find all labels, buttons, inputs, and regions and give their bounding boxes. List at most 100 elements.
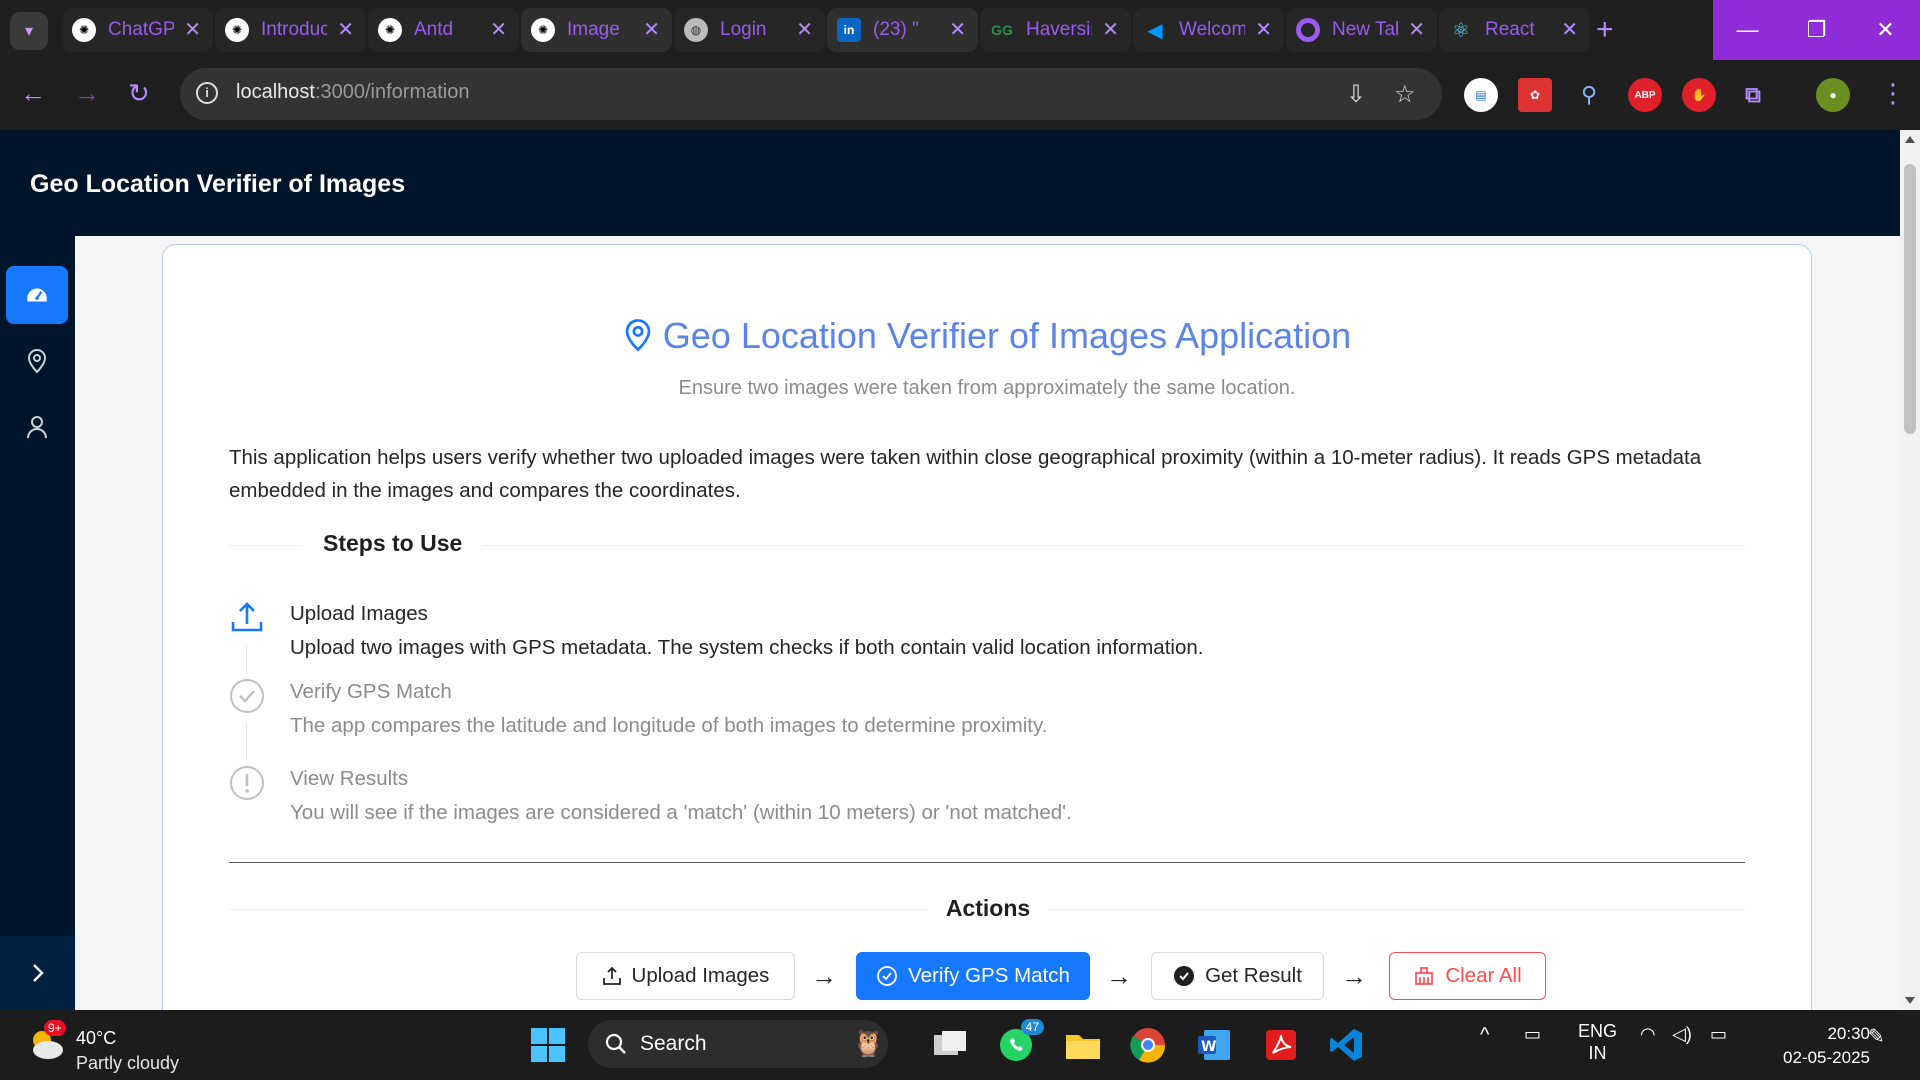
arrow-right-icon: → xyxy=(1106,961,1132,991)
close-tab-icon[interactable]: ✕ xyxy=(796,17,813,42)
battery-icon[interactable]: ▭ xyxy=(1710,1024,1727,1045)
close-tab-icon[interactable]: ✕ xyxy=(337,17,354,42)
scroll-up-icon[interactable] xyxy=(1905,136,1915,143)
scrollbar-thumb[interactable] xyxy=(1904,164,1916,434)
openai-icon: ✺ xyxy=(378,18,402,42)
region-code: IN xyxy=(1588,1043,1607,1063)
adblock-icon[interactable]: ABP xyxy=(1628,78,1662,112)
browser-tab[interactable]: GG Haversine ✕ xyxy=(980,8,1131,52)
search-highlight-icon: 🦉 xyxy=(852,1028,885,1058)
close-tab-icon[interactable]: ✕ xyxy=(1102,17,1119,42)
app-header-title: Geo Location Verifier of Images xyxy=(30,170,406,198)
hand-icon[interactable]: ✋ xyxy=(1682,78,1716,112)
sidebar-item-location[interactable] xyxy=(6,332,68,390)
windows-start-icon[interactable] xyxy=(526,1023,570,1067)
address-bar[interactable]: i localhost:3000/information ⇩ ☆ xyxy=(180,68,1442,120)
taskbar-search[interactable]: Search 🦉 xyxy=(588,1020,888,1068)
close-tab-icon[interactable]: ✕ xyxy=(949,17,966,42)
chrome-icon[interactable] xyxy=(1126,1023,1170,1067)
vscode-icon[interactable] xyxy=(1324,1023,1368,1067)
weather-condition: Partly cloudy xyxy=(76,1053,180,1073)
page-subtitle: Ensure two images were taken from approx… xyxy=(678,377,1296,399)
close-window-icon[interactable]: ✕ xyxy=(1851,0,1920,60)
check-circle-icon xyxy=(877,966,898,986)
page-scrollbar[interactable] xyxy=(1900,130,1920,1010)
bookmark-star-icon[interactable]: ☆ xyxy=(1394,80,1416,109)
extension-icon[interactable]: ✿ xyxy=(1518,78,1552,112)
url-text[interactable]: localhost:3000/information xyxy=(236,81,469,104)
task-view-icon[interactable] xyxy=(928,1023,972,1067)
react-icon: ⚛ xyxy=(1452,19,1470,42)
step-title: Upload Images xyxy=(290,602,428,625)
user-icon xyxy=(27,416,47,439)
clear-icon xyxy=(1415,967,1434,985)
back-icon[interactable]: ← xyxy=(20,78,46,109)
word-icon[interactable]: W xyxy=(1192,1023,1236,1067)
language-indicator[interactable]: ENG IN xyxy=(1578,1020,1617,1064)
svg-text:W: W xyxy=(1201,1039,1216,1055)
close-tab-icon[interactable]: ✕ xyxy=(1561,17,1578,42)
avatar[interactable]: ● xyxy=(1816,78,1850,112)
notifications-icon[interactable]: ✎ xyxy=(1868,1024,1885,1049)
close-tab-icon[interactable]: ✕ xyxy=(643,17,660,42)
wifi-icon[interactable]: ◠ xyxy=(1640,1024,1656,1045)
browser-tab[interactable]: ✺ Introduction ✕ xyxy=(215,8,366,52)
minimize-icon[interactable]: — xyxy=(1713,0,1782,60)
upload-icon xyxy=(231,602,263,632)
upload-images-button[interactable]: Upload Images xyxy=(576,952,795,1000)
acrobat-icon[interactable] xyxy=(1259,1023,1303,1067)
docs-icon[interactable]: ▤ xyxy=(1464,78,1498,112)
step-description: The app compares the latitude and longit… xyxy=(290,714,1048,737)
verify-gps-button[interactable]: Verify GPS Match xyxy=(856,952,1090,1000)
geeksforgeeks-icon: GG xyxy=(991,22,1013,38)
browser-tab[interactable]: ⚛ React ✕ xyxy=(1439,8,1590,52)
openai-icon: ✺ xyxy=(225,18,249,42)
puzzle-icon[interactable]: ⧉ xyxy=(1736,78,1770,112)
browser-tab[interactable]: ◍ Login ✕ xyxy=(674,8,825,52)
page-title: Geo Location Verifier of Images Applicat… xyxy=(163,315,1811,357)
scroll-down-icon[interactable] xyxy=(1905,997,1915,1004)
tab-title: Antd xyxy=(414,19,454,40)
sidebar-collapse-trigger[interactable] xyxy=(0,936,75,1010)
volume-icon[interactable]: ◁) xyxy=(1672,1024,1692,1045)
tab-title: Login xyxy=(720,19,767,40)
browser-tab[interactable]: ◀ Welcome ✕ xyxy=(1133,8,1284,52)
browser-tab[interactable]: New Tab ✕ xyxy=(1286,8,1437,52)
sidebar xyxy=(0,236,75,1010)
forward-icon[interactable]: → xyxy=(74,78,100,109)
browser-tab-active[interactable]: ✺ Image ✕ xyxy=(521,8,672,52)
browser-tab[interactable]: ✺ Antd ✕ xyxy=(368,8,519,52)
tab-search-dropdown-icon[interactable]: ▾ xyxy=(10,12,48,50)
search-icon[interactable]: ⚲ xyxy=(1572,78,1606,112)
globe-icon: ◍ xyxy=(684,18,708,42)
tablet-icon[interactable]: ▭ xyxy=(1524,1024,1541,1045)
weather-temp: 40°C xyxy=(76,1028,117,1048)
site-info-icon[interactable]: i xyxy=(196,82,218,104)
whatsapp-icon[interactable]: 47 xyxy=(994,1019,1044,1067)
sidebar-item-user[interactable] xyxy=(6,398,68,456)
browser-toolbar: ← → ↻ i localhost:3000/information ⇩ ☆ ▤… xyxy=(0,62,1920,130)
close-tab-icon[interactable]: ✕ xyxy=(1255,17,1272,42)
check-circle-icon xyxy=(230,679,264,713)
file-explorer-icon[interactable] xyxy=(1061,1023,1105,1067)
system-clock[interactable]: 20:30 02-05-2025 xyxy=(1760,1022,1870,1070)
install-app-icon[interactable]: ⇩ xyxy=(1346,80,1366,109)
close-tab-icon[interactable]: ✕ xyxy=(490,17,507,42)
sidebar-item-dashboard[interactable] xyxy=(6,266,68,324)
chevron-right-icon xyxy=(32,964,44,982)
button-label: Verify GPS Match xyxy=(908,964,1070,987)
clear-all-button[interactable]: Clear All xyxy=(1389,952,1546,1000)
show-hidden-icons[interactable]: ^ xyxy=(1480,1024,1489,1047)
restore-icon[interactable]: ❐ xyxy=(1782,0,1851,60)
close-tab-icon[interactable]: ✕ xyxy=(1408,17,1425,42)
browser-menu-icon[interactable]: ⋮ xyxy=(1880,78,1906,109)
new-tab-button[interactable]: + xyxy=(1596,12,1614,48)
browser-tab[interactable]: in (23) " ✕ xyxy=(827,8,978,52)
get-result-button[interactable]: Get Result xyxy=(1151,952,1324,1000)
step-description: Upload two images with GPS metadata. The… xyxy=(290,636,1204,659)
close-tab-icon[interactable]: ✕ xyxy=(184,17,201,42)
dashboard-icon xyxy=(27,288,47,302)
actions-heading: Actions xyxy=(163,895,1813,922)
browser-tab[interactable]: ✺ ChatGPT ✕ xyxy=(62,8,213,52)
reload-icon[interactable]: ↻ xyxy=(128,78,150,109)
